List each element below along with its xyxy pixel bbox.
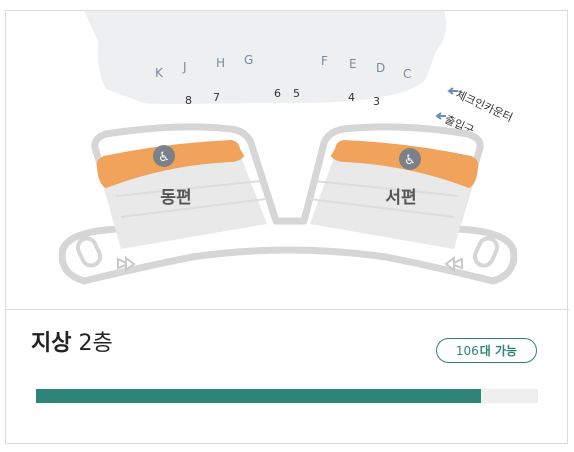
wheelchair-icon: ♿ — [153, 145, 175, 167]
zone-label-west: 서편 — [385, 188, 416, 208]
gate-label-d: D — [376, 61, 385, 75]
gate-label-k: K — [155, 66, 164, 80]
terminal-building — [84, 11, 447, 104]
parking-map: K J H G F E D C 8 7 6 5 4 3 체크인카운터 출입구 ♿… — [58, 11, 518, 285]
zone-label-east: 동편 — [160, 188, 191, 208]
spot-number-5: 5 — [293, 87, 300, 100]
floor-name-level: 2층 — [78, 331, 113, 356]
gate-label-e: E — [349, 57, 357, 71]
arrow-left-icon — [435, 112, 446, 120]
wheelchair-icon: ♿ — [399, 148, 421, 170]
spot-number-4: 4 — [348, 91, 355, 104]
availability-suffix: 대 가능 — [479, 344, 518, 358]
parking-floor-card: K J H G F E D C 8 7 6 5 4 3 체크인카운터 출입구 ♿… — [5, 10, 569, 444]
spot-number-8: 8 — [185, 94, 192, 107]
gate-label-c: C — [403, 67, 411, 81]
spot-number-7: 7 — [213, 91, 220, 104]
gate-label-j: J — [182, 60, 187, 74]
svg-text:♿: ♿ — [158, 150, 170, 165]
floor-title: 지상 2층 — [31, 325, 113, 357]
floor-name-bold: 지상 — [31, 331, 72, 356]
availability-badge[interactable]: 106 대 가능 — [436, 338, 537, 363]
gate-label-f: F — [321, 54, 328, 68]
occupancy-progress-fill — [36, 389, 481, 403]
svg-text:♿: ♿ — [404, 153, 416, 168]
spot-number-3: 3 — [373, 95, 380, 108]
availability-count: 106 — [455, 343, 479, 358]
occupancy-progress-bar — [36, 389, 538, 403]
gate-label-h: H — [216, 56, 225, 70]
spot-number-6: 6 — [274, 87, 281, 100]
divider — [6, 309, 569, 310]
gate-label-g: G — [244, 53, 253, 67]
